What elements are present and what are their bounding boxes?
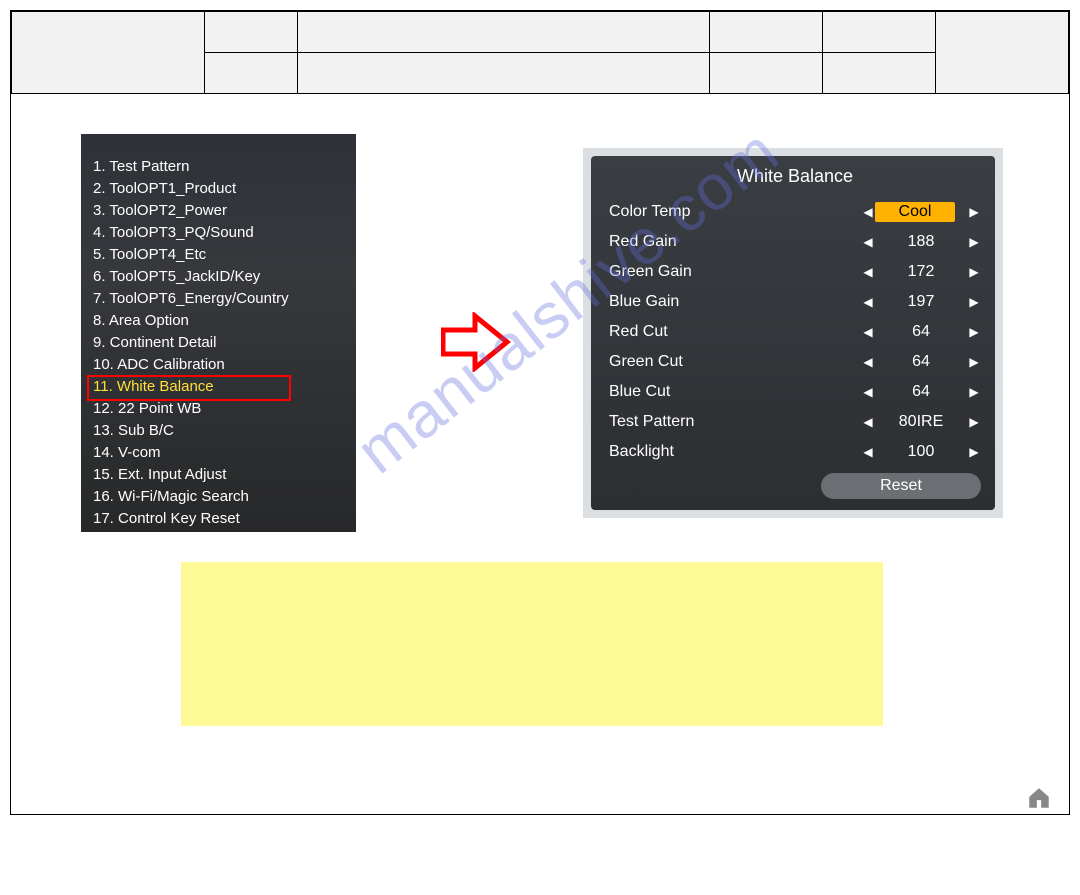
triangle-left-icon[interactable]: ◀ xyxy=(861,445,875,459)
triangle-right-icon[interactable]: ▶ xyxy=(967,445,981,459)
white-balance-panel: White Balance Color Temp◀Cool▶Red Gain◀1… xyxy=(591,156,995,510)
service-menu-item[interactable]: 8. Area Option xyxy=(93,310,348,332)
triangle-right-icon[interactable]: ▶ xyxy=(967,265,981,279)
header-table xyxy=(11,11,1069,94)
service-menu-item[interactable]: 15. Ext. Input Adjust xyxy=(93,464,348,486)
white-balance-label: Blue Cut xyxy=(609,383,861,401)
white-balance-label: Green Gain xyxy=(609,263,861,281)
white-balance-row[interactable]: Color Temp◀Cool ▶ xyxy=(609,197,981,227)
reset-button[interactable]: Reset xyxy=(821,473,981,499)
white-balance-value: 188 xyxy=(875,233,967,251)
service-menu-item[interactable]: 14. V-com xyxy=(93,442,348,464)
service-menu-item[interactable]: 11. White Balance xyxy=(93,376,348,398)
white-balance-value: Cool xyxy=(875,202,967,222)
triangle-left-icon[interactable]: ◀ xyxy=(861,385,875,399)
white-balance-label: Test Pattern xyxy=(609,413,861,431)
triangle-left-icon[interactable]: ◀ xyxy=(861,235,875,249)
white-balance-value: 172 xyxy=(875,263,967,281)
triangle-left-icon[interactable]: ◀ xyxy=(861,355,875,369)
white-balance-row[interactable]: Blue Gain◀197▶ xyxy=(609,287,981,317)
triangle-right-icon[interactable]: ▶ xyxy=(967,235,981,249)
white-balance-label: Green Cut xyxy=(609,353,861,371)
service-menu-item[interactable]: 6. ToolOPT5_JackID/Key xyxy=(93,266,348,288)
service-menu-item[interactable]: 1. Test Pattern xyxy=(93,156,348,178)
service-menu-item[interactable]: 16. Wi-Fi/Magic Search xyxy=(93,486,348,508)
service-menu-item[interactable]: 5. ToolOPT4_Etc xyxy=(93,244,348,266)
white-balance-label: Backlight xyxy=(609,443,861,461)
triangle-right-icon[interactable]: ▶ xyxy=(967,355,981,369)
white-balance-label: Color Temp xyxy=(609,203,861,221)
service-menu-item[interactable]: 10. ADC Calibration xyxy=(93,354,348,376)
white-balance-row[interactable]: Blue Cut◀64▶ xyxy=(609,377,981,407)
triangle-right-icon[interactable]: ▶ xyxy=(967,205,981,219)
value-stepper[interactable]: ◀197▶ xyxy=(861,293,981,311)
color-temp-badge: Cool xyxy=(875,202,955,222)
service-menu-item[interactable]: 17. Control Key Reset xyxy=(93,508,348,530)
service-menu-item[interactable]: 2. ToolOPT1_Product xyxy=(93,178,348,200)
value-stepper[interactable]: ◀64▶ xyxy=(861,383,981,401)
service-menu-screenshot: 1. Test Pattern2. ToolOPT1_Product3. Too… xyxy=(81,134,356,532)
triangle-left-icon[interactable]: ◀ xyxy=(861,205,875,219)
service-menu-item[interactable]: 3. ToolOPT2_Power xyxy=(93,200,348,222)
document-frame: 1. Test Pattern2. ToolOPT1_Product3. Too… xyxy=(10,10,1070,815)
white-balance-row[interactable]: Red Cut◀64▶ xyxy=(609,317,981,347)
triangle-right-icon[interactable]: ▶ xyxy=(967,385,981,399)
white-balance-value: 64 xyxy=(875,383,967,401)
value-stepper[interactable]: ◀Cool ▶ xyxy=(861,202,981,222)
white-balance-screenshot: White Balance Color Temp◀Cool▶Red Gain◀1… xyxy=(583,148,1003,518)
service-menu-item[interactable]: 9. Continent Detail xyxy=(93,332,348,354)
value-stepper[interactable]: ◀100▶ xyxy=(861,443,981,461)
triangle-right-icon[interactable]: ▶ xyxy=(967,295,981,309)
service-menu-item[interactable]: 13. Sub B/C xyxy=(93,420,348,442)
triangle-left-icon[interactable]: ◀ xyxy=(861,325,875,339)
white-balance-label: Red Cut xyxy=(609,323,861,341)
triangle-left-icon[interactable]: ◀ xyxy=(861,415,875,429)
triangle-right-icon[interactable]: ▶ xyxy=(967,415,981,429)
white-balance-label: Red Gain xyxy=(609,233,861,251)
service-menu-item[interactable]: 12. 22 Point WB xyxy=(93,398,348,420)
white-balance-title: White Balance xyxy=(609,166,981,187)
value-stepper[interactable]: ◀80IRE▶ xyxy=(861,413,981,431)
white-balance-value: 100 xyxy=(875,443,967,461)
white-balance-row[interactable]: Green Gain◀172▶ xyxy=(609,257,981,287)
service-menu-item[interactable]: 4. ToolOPT3_PQ/Sound xyxy=(93,222,348,244)
value-stepper[interactable]: ◀172▶ xyxy=(861,263,981,281)
white-balance-value: 64 xyxy=(875,353,967,371)
triangle-left-icon[interactable]: ◀ xyxy=(861,265,875,279)
triangle-right-icon[interactable]: ▶ xyxy=(967,325,981,339)
white-balance-value: 197 xyxy=(875,293,967,311)
white-balance-label: Blue Gain xyxy=(609,293,861,311)
white-balance-value: 80IRE xyxy=(875,413,967,431)
triangle-left-icon[interactable]: ◀ xyxy=(861,295,875,309)
white-balance-row[interactable]: Backlight◀100▶ xyxy=(609,437,981,467)
white-balance-row[interactable]: Test Pattern◀80IRE▶ xyxy=(609,407,981,437)
value-stepper[interactable]: ◀188▶ xyxy=(861,233,981,251)
white-balance-row[interactable]: Red Gain◀188▶ xyxy=(609,227,981,257)
home-icon[interactable] xyxy=(1026,785,1052,811)
value-stepper[interactable]: ◀64▶ xyxy=(861,353,981,371)
document-body: 1. Test Pattern2. ToolOPT1_Product3. Too… xyxy=(11,94,1069,827)
value-stepper[interactable]: ◀64▶ xyxy=(861,323,981,341)
note-box xyxy=(181,562,883,726)
white-balance-row[interactable]: Green Cut◀64▶ xyxy=(609,347,981,377)
service-menu-item[interactable]: 7. ToolOPT6_Energy/Country xyxy=(93,288,348,310)
arrow-icon xyxy=(441,312,511,372)
white-balance-value: 64 xyxy=(875,323,967,341)
